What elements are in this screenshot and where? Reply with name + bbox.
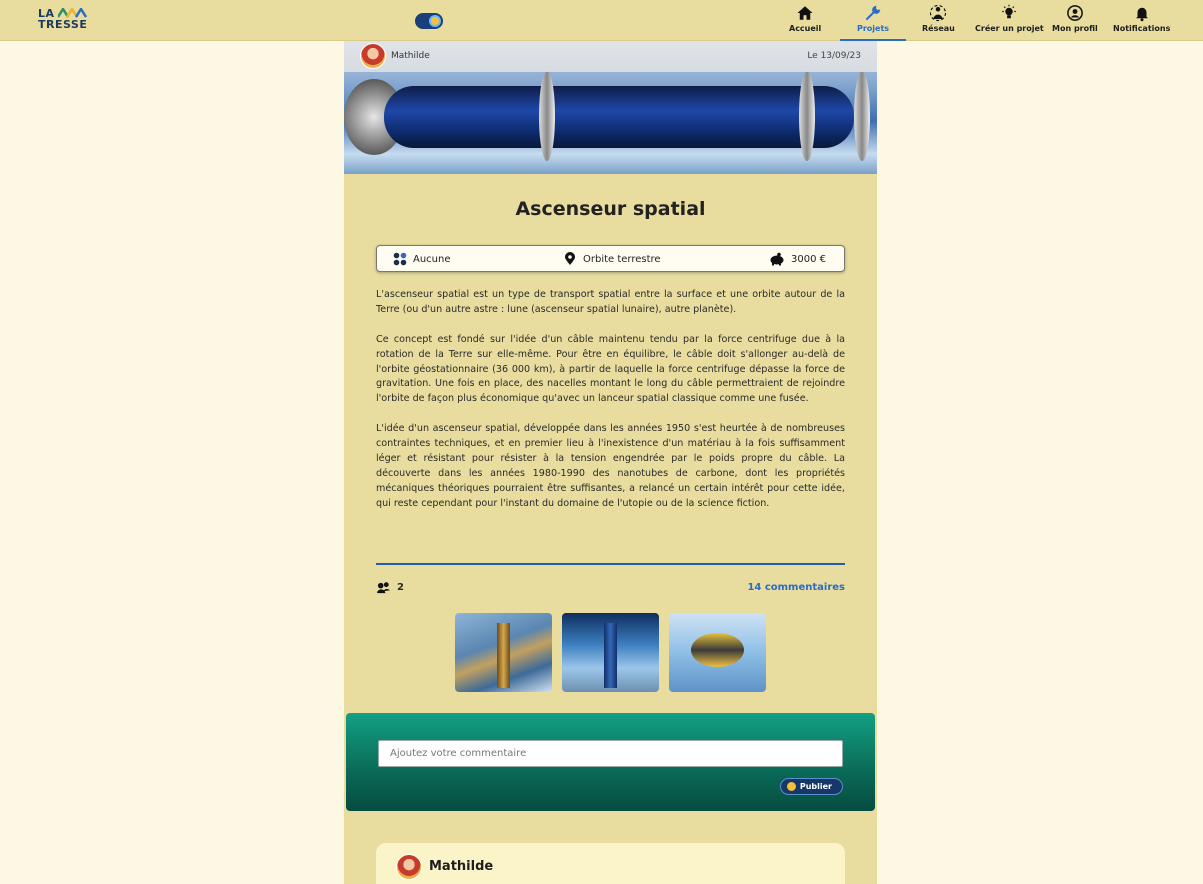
comment-input[interactable] [378, 740, 843, 767]
category-info: Aucune [393, 252, 451, 266]
project-title: Ascenseur spatial [515, 198, 706, 220]
description-paragraph: Ce concept est fondé sur l'idée d'un câb… [376, 333, 845, 405]
nav-reseau[interactable]: Réseau [922, 4, 955, 39]
hero-ring [854, 71, 870, 161]
nav-projets[interactable]: Projets [839, 4, 907, 41]
location-pin-icon [565, 252, 575, 265]
nav-creer-projet[interactable]: Créer un projet [975, 4, 1044, 39]
thumb-tower [497, 623, 510, 688]
project-detail-panel: Mathilde Le 13/09/23 Ascenseur spatial A… [344, 41, 877, 884]
commenter-avatar[interactable] [396, 854, 422, 880]
toggle-knob [429, 15, 441, 27]
thumb-tower [604, 623, 617, 688]
publish-button[interactable]: Publier [779, 778, 843, 795]
commenter-name[interactable]: Mathilde [429, 859, 493, 874]
nav-notifications[interactable]: Notifications [1113, 4, 1170, 39]
participants-icon [377, 582, 390, 594]
lightbulb-icon [1002, 4, 1017, 19]
description-paragraph: L'ascenseur spatial est un type de trans… [376, 289, 845, 315]
bell-icon [1135, 7, 1148, 22]
description-paragraph: L'idée d'un ascenseur spatial, développé… [376, 423, 845, 509]
network-icon [930, 4, 947, 22]
top-navbar: LA TRESSE Accueil Projets Réseau Créer u… [0, 0, 1203, 41]
hero-ring [799, 71, 815, 161]
author-name[interactable]: Mathilde [391, 51, 430, 61]
likes-counter[interactable]: 2 [376, 581, 404, 594]
thumb-capsule [691, 633, 744, 667]
tools-icon [866, 5, 881, 20]
project-gallery-thumbnail[interactable] [455, 613, 552, 692]
brand-logo[interactable]: LA TRESSE [38, 7, 90, 31]
project-gallery-thumbnail[interactable] [562, 613, 659, 692]
author-avatar[interactable] [360, 43, 386, 69]
category-icon [393, 252, 407, 266]
budget-info: 3000 € [769, 252, 826, 266]
project-description: L'ascenseur spatial est un type de trans… [376, 288, 845, 526]
nav-mon-profil[interactable]: Mon profil [1052, 4, 1098, 39]
check-icon [786, 782, 796, 791]
comment-card: Mathilde [376, 843, 845, 884]
piggy-bank-icon [770, 252, 784, 266]
theme-toggle[interactable] [415, 13, 443, 29]
logo-braid-icon [58, 8, 88, 18]
project-info-bar: Aucune Orbite terrestre 3000 € [376, 245, 845, 272]
project-cover-image: Mathilde Le 13/09/23 [344, 41, 877, 174]
hero-ring [539, 71, 555, 161]
project-gallery-thumbnail[interactable] [669, 613, 766, 692]
post-date: Le 13/09/23 [807, 51, 861, 61]
home-icon [797, 6, 813, 20]
location-info: Orbite terrestre [563, 252, 661, 266]
hero-station-tube [384, 86, 854, 148]
comments-count-link[interactable]: 14 commentaires [747, 582, 845, 593]
comment-form: Publier [346, 713, 875, 811]
nav-accueil[interactable]: Accueil [789, 4, 821, 39]
user-circle-icon [1067, 5, 1083, 21]
divider [376, 563, 845, 565]
